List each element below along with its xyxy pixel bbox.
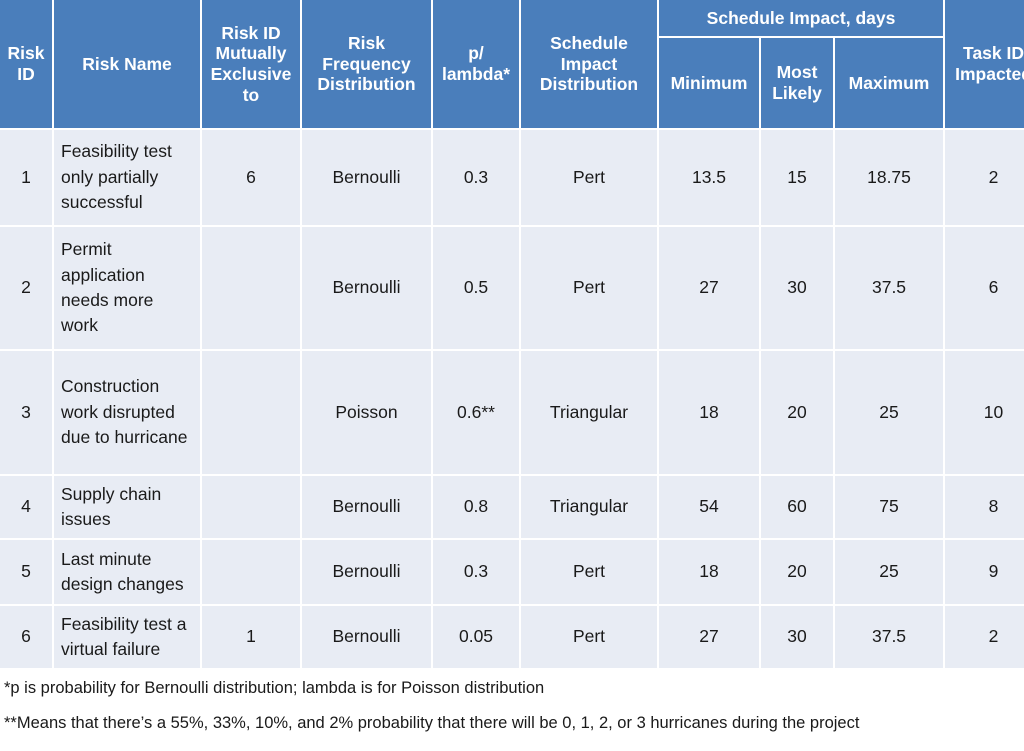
cell-freq-dist: Poisson [302,351,431,474]
cell-minimum: 18 [659,351,759,474]
cell-imp-dist: Pert [521,540,657,604]
cell-minimum: 27 [659,227,759,349]
cell-mutex [202,540,300,604]
header-task-id-impacted[interactable]: Task ID Impacted [945,0,1024,128]
cell-mutex: 6 [202,130,300,225]
cell-risk-id: 6 [0,606,52,668]
cell-maximum: 25 [835,351,944,474]
cell-risk-id: 5 [0,540,52,604]
table-row[interactable]: 6 Feasibility test a virtual failure 1 B… [0,606,1024,668]
cell-most-likely: 30 [761,227,833,349]
cell-imp-dist: Pert [521,130,657,225]
cell-task-id: 2 [945,606,1024,668]
cell-most-likely: 15 [761,130,833,225]
cell-freq-dist: Bernoulli [302,606,431,668]
cell-maximum: 25 [835,540,944,604]
cell-most-likely: 20 [761,540,833,604]
cell-maximum: 37.5 [835,606,944,668]
header-most-likely[interactable]: Most Likely [761,38,833,128]
cell-risk-name: Feasibility test only partially successf… [54,130,200,225]
cell-risk-id: 1 [0,130,52,225]
table-row[interactable]: 3 Construction work disrupted due to hur… [0,351,1024,474]
cell-risk-id: 4 [0,476,52,538]
cell-imp-dist: Pert [521,227,657,349]
cell-maximum: 18.75 [835,130,944,225]
cell-risk-name: Supply chain issues [54,476,200,538]
cell-most-likely: 60 [761,476,833,538]
cell-task-id: 8 [945,476,1024,538]
cell-risk-id: 2 [0,227,52,349]
cell-task-id: 2 [945,130,1024,225]
cell-most-likely: 20 [761,351,833,474]
cell-p-lambda: 0.3 [433,130,519,225]
cell-risk-name: Last minute design changes [54,540,200,604]
cell-risk-name: Construction work disrupted due to hurri… [54,351,200,474]
table-header: Risk ID Risk Name Risk ID Mutually Exclu… [0,0,1024,128]
risk-register-page: Risk ID Risk Name Risk ID Mutually Exclu… [0,0,1024,749]
cell-risk-name: Permit application needs more work [54,227,200,349]
cell-freq-dist: Bernoulli [302,130,431,225]
footnotes: *p is probability for Bernoulli distribu… [0,670,1024,734]
cell-p-lambda: 0.6** [433,351,519,474]
risk-register-table: Risk ID Risk Name Risk ID Mutually Exclu… [0,0,1024,670]
cell-p-lambda: 0.5 [433,227,519,349]
cell-minimum: 27 [659,606,759,668]
footnote-hurricane-probability: **Means that there’s a 55%, 33%, 10%, an… [4,713,860,732]
table-row[interactable]: 1 Feasibility test only partially succes… [0,130,1024,225]
cell-freq-dist: Bernoulli [302,227,431,349]
cell-mutex [202,476,300,538]
cell-most-likely: 30 [761,606,833,668]
cell-p-lambda: 0.8 [433,476,519,538]
cell-imp-dist: Pert [521,606,657,668]
cell-risk-id: 3 [0,351,52,474]
cell-task-id: 10 [945,351,1024,474]
cell-mutex [202,227,300,349]
cell-maximum: 75 [835,476,944,538]
header-row-top: Risk ID Risk Name Risk ID Mutually Exclu… [0,0,1024,128]
cell-imp-dist: Triangular [521,476,657,538]
cell-minimum: 54 [659,476,759,538]
cell-p-lambda: 0.05 [433,606,519,668]
table-row[interactable]: 2 Permit application needs more work Ber… [0,227,1024,349]
cell-minimum: 13.5 [659,130,759,225]
table-body: 1 Feasibility test only partially succes… [0,130,1024,668]
header-p-lambda[interactable]: p/ lambda* [433,0,519,128]
cell-risk-name: Feasibility test a virtual failure [54,606,200,668]
cell-task-id: 9 [945,540,1024,604]
table-row[interactable]: 5 Last minute design changes Bernoulli 0… [0,540,1024,604]
header-schedule-impact-distribution[interactable]: Schedule Impact Distribution [521,0,657,128]
header-risk-name[interactable]: Risk Name [54,0,200,128]
table-row[interactable]: 4 Supply chain issues Bernoulli 0.8 Tria… [0,476,1024,538]
cell-mutex [202,351,300,474]
header-risk-id[interactable]: Risk ID [0,0,52,128]
header-risk-frequency-distribution[interactable]: Risk Frequency Distribution [302,0,431,128]
cell-mutex: 1 [202,606,300,668]
header-risk-id-mutually-exclusive-to[interactable]: Risk ID Mutually Exclusive to [202,0,300,128]
cell-task-id: 6 [945,227,1024,349]
header-minimum[interactable]: Minimum [659,38,759,128]
cell-minimum: 18 [659,540,759,604]
footnote-p-lambda: *p is probability for Bernoulli distribu… [4,679,545,697]
header-schedule-impact-days-group[interactable]: Schedule Impact, days [659,0,944,36]
header-maximum[interactable]: Maximum [835,38,944,128]
cell-p-lambda: 0.3 [433,540,519,604]
cell-freq-dist: Bernoulli [302,476,431,538]
cell-maximum: 37.5 [835,227,944,349]
cell-freq-dist: Bernoulli [302,540,431,604]
cell-imp-dist: Triangular [521,351,657,474]
